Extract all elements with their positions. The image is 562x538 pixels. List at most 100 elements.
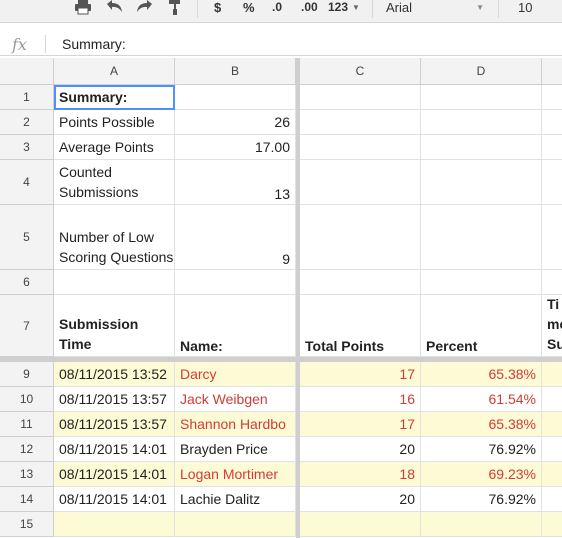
cell-total-points[interactable] — [300, 512, 421, 537]
formula-input[interactable]: Summary: — [62, 36, 126, 52]
cell-percent[interactable] — [421, 512, 542, 537]
cell-a4[interactable]: Counted Submissions — [54, 160, 175, 205]
cell-total-points[interactable]: 17 — [300, 362, 421, 387]
cell-d2[interactable] — [421, 110, 542, 135]
column-header-a[interactable]: A — [54, 58, 175, 85]
cell-d1[interactable] — [421, 85, 542, 110]
cell-e5[interactable] — [542, 205, 562, 270]
cell-b6[interactable] — [175, 270, 296, 295]
row-header[interactable]: 1 — [0, 85, 54, 110]
cell-e2[interactable] — [542, 110, 562, 135]
cell-b5[interactable]: 9 — [175, 205, 296, 270]
cell-e1[interactable] — [542, 85, 562, 110]
row-header[interactable]: 15 — [0, 512, 54, 537]
cell-submission-time[interactable]: 08/11/2015 14:01 — [54, 462, 175, 487]
row-header[interactable]: 7 — [0, 295, 54, 357]
row-header[interactable]: 5 — [0, 205, 54, 270]
cell-b3[interactable]: 17.00 — [175, 135, 296, 160]
cell-time-submitted[interactable] — [542, 437, 562, 462]
cell-time-submitted[interactable] — [542, 512, 562, 537]
cell-e3[interactable] — [542, 135, 562, 160]
decrease-decimals-button[interactable]: .0 — [272, 0, 282, 17]
cell-a1[interactable]: Summary: — [54, 85, 175, 110]
cell-time-submitted[interactable] — [542, 362, 562, 387]
currency-format-button[interactable]: $ — [214, 0, 221, 17]
cell-e4[interactable] — [542, 160, 562, 205]
cell-c3[interactable] — [300, 135, 421, 160]
row-header[interactable]: 12 — [0, 437, 54, 462]
row-header[interactable]: 6 — [0, 270, 54, 295]
cell-time-submitted[interactable] — [542, 487, 562, 512]
cell-d3[interactable] — [421, 135, 542, 160]
cell-total-points[interactable]: 17 — [300, 412, 421, 437]
cell-submission-time[interactable]: 08/11/2015 14:01 — [54, 487, 175, 512]
cell-a3[interactable]: Average Points — [54, 135, 175, 160]
increase-decimals-button[interactable]: .00 — [301, 0, 318, 17]
cell-d4[interactable] — [421, 160, 542, 205]
cell-b2[interactable]: 26 — [175, 110, 296, 135]
cell-time-submitted[interactable] — [542, 462, 562, 487]
cell-percent[interactable]: 65.38% — [421, 362, 542, 387]
header-time-submitted[interactable]: Time Su — [542, 295, 562, 357]
more-formats-button[interactable]: 123 ▼ — [328, 0, 360, 17]
row-header[interactable]: 2 — [0, 110, 54, 135]
header-percent[interactable]: Percent — [421, 295, 542, 357]
print-icon[interactable] — [74, 0, 92, 17]
cell-name[interactable]: Jack Weibgen — [175, 387, 296, 412]
paint-format-icon[interactable] — [168, 0, 182, 17]
cell-time-submitted[interactable] — [542, 412, 562, 437]
cell-percent[interactable]: 69.23% — [421, 462, 542, 487]
cell-percent[interactable]: 76.92% — [421, 487, 542, 512]
cell-b1[interactable] — [175, 85, 296, 110]
header-total-points[interactable]: Total Points — [300, 295, 421, 357]
header-name[interactable]: Name: — [175, 295, 296, 357]
header-submission-time[interactable]: Submission Time — [54, 295, 175, 357]
row-header[interactable]: 11 — [0, 412, 54, 437]
cell-name[interactable]: Shannon Hardbo — [175, 412, 296, 437]
row-header[interactable]: 3 — [0, 135, 54, 160]
row-header[interactable]: 9 — [0, 362, 54, 387]
cell-name[interactable]: Darcy — [175, 362, 296, 387]
cell-a6[interactable] — [54, 270, 175, 295]
cell-submission-time[interactable]: 08/11/2015 14:01 — [54, 437, 175, 462]
cell-a5[interactable]: Number of Low Scoring Questions — [54, 205, 175, 270]
cell-name[interactable] — [175, 512, 296, 537]
cell-c6[interactable] — [300, 270, 421, 295]
cell-name[interactable]: Lachie Dalitz — [175, 487, 296, 512]
cell-submission-time[interactable] — [54, 512, 175, 537]
frozen-columns-divider[interactable] — [296, 58, 300, 538]
row-header[interactable]: 10 — [0, 387, 54, 412]
cell-d6[interactable] — [421, 270, 542, 295]
cell-c5[interactable] — [300, 205, 421, 270]
cell-total-points[interactable]: 20 — [300, 437, 421, 462]
cell-c2[interactable] — [300, 110, 421, 135]
cell-submission-time[interactable]: 08/11/2015 13:57 — [54, 412, 175, 437]
percent-format-button[interactable]: % — [243, 0, 255, 17]
font-family-select[interactable]: Arial ▼ — [386, 0, 486, 17]
cell-name[interactable]: Logan Mortimer — [175, 462, 296, 487]
row-header[interactable]: 14 — [0, 487, 54, 512]
redo-icon[interactable] — [135, 0, 155, 17]
cell-a2[interactable]: Points Possible — [54, 110, 175, 135]
cell-b4[interactable]: 13 — [175, 160, 296, 205]
cell-percent[interactable]: 65.38% — [421, 412, 542, 437]
cell-name[interactable]: Brayden Price — [175, 437, 296, 462]
cell-e6[interactable] — [542, 270, 562, 295]
select-all-corner[interactable] — [0, 58, 54, 85]
undo-icon[interactable] — [104, 0, 124, 17]
column-header-d[interactable]: D — [421, 58, 542, 85]
cell-total-points[interactable]: 18 — [300, 462, 421, 487]
cell-total-points[interactable]: 16 — [300, 387, 421, 412]
row-header[interactable]: 4 — [0, 160, 54, 205]
cell-total-points[interactable]: 20 — [300, 487, 421, 512]
column-header-c[interactable]: C — [300, 58, 421, 85]
frozen-rows-divider[interactable] — [0, 357, 562, 362]
column-header-b[interactable]: B — [175, 58, 296, 85]
cell-d5[interactable] — [421, 205, 542, 270]
cell-time-submitted[interactable] — [542, 387, 562, 412]
cell-submission-time[interactable]: 08/11/2015 13:52 — [54, 362, 175, 387]
font-size-select[interactable]: 10 — [518, 0, 532, 17]
cell-percent[interactable]: 76.92% — [421, 437, 542, 462]
row-header[interactable]: 13 — [0, 462, 54, 487]
cell-percent[interactable]: 61.54% — [421, 387, 542, 412]
